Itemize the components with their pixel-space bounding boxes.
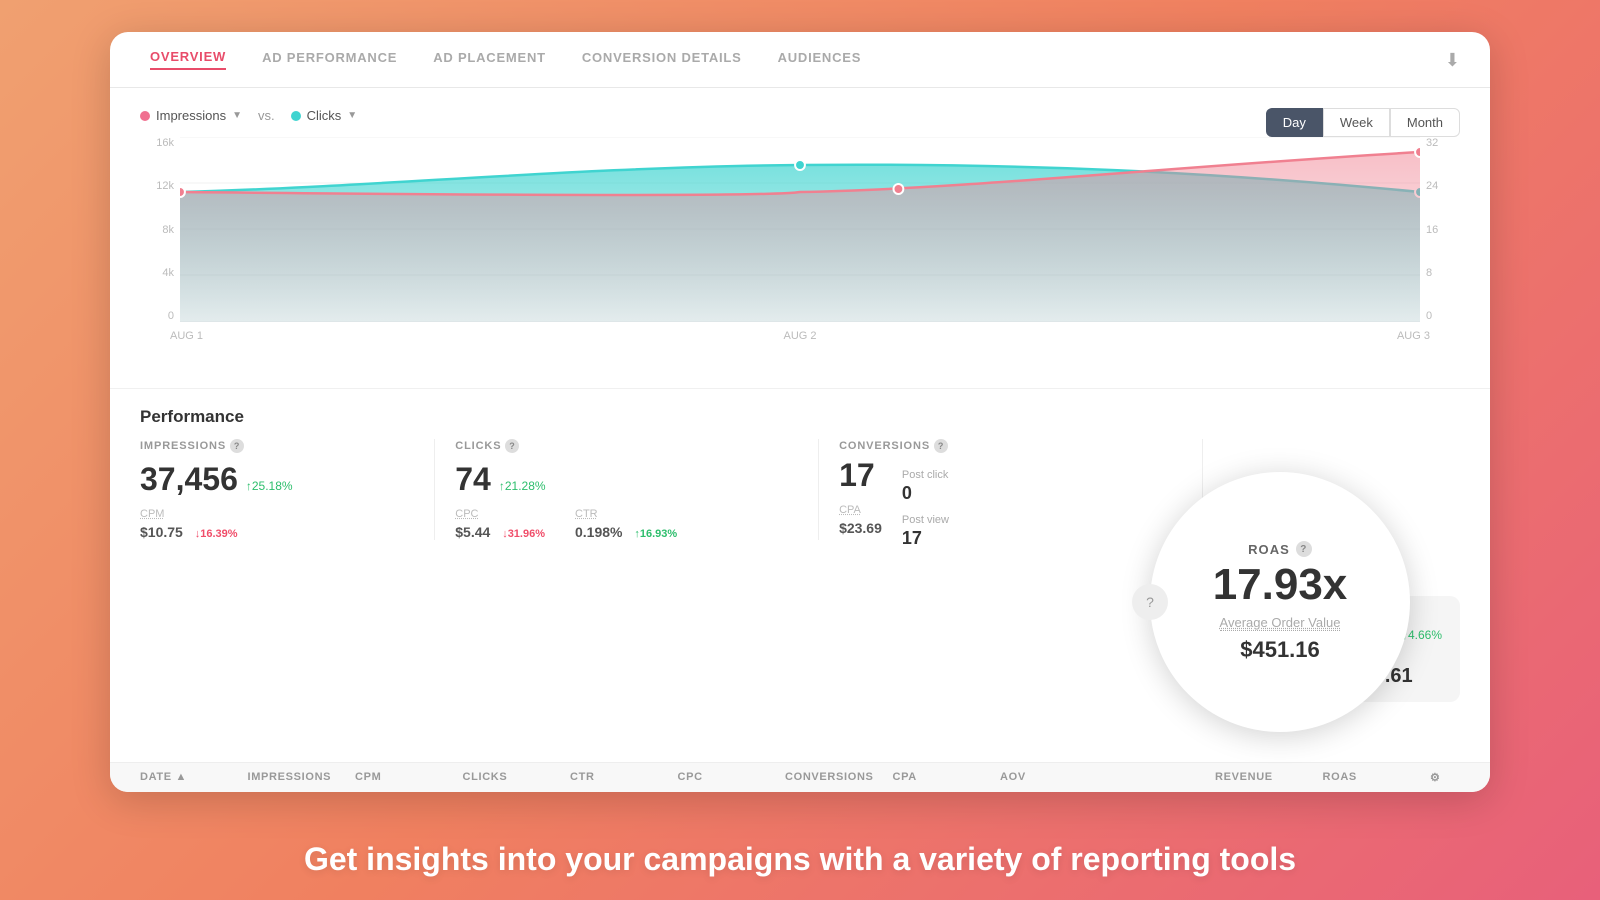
impressions-change: ↑25.18% — [246, 479, 293, 493]
cpc-label: CPC — [455, 508, 478, 520]
time-btn-week[interactable]: Week — [1323, 108, 1390, 137]
tabs-container: OVERVIEW AD PERFORMANCE AD PLACEMENT CON… — [110, 32, 1490, 88]
x-label-aug2: AUG 2 — [783, 330, 816, 342]
conversions-col-header: CONVERSIONS ? — [839, 439, 1182, 453]
th-cpm: CPM — [355, 771, 463, 784]
ctr-value: 0.198% ↑16.93% — [575, 524, 677, 540]
th-roas: ROAS — [1323, 771, 1431, 784]
y-label-4k: 4k — [140, 267, 174, 279]
cpm-change: ↓16.39% — [195, 528, 238, 540]
tab-conversion-details[interactable]: CONVERSION DETAILS — [582, 50, 742, 69]
time-btn-day[interactable]: Day — [1266, 108, 1323, 137]
x-label-aug3: AUG 3 — [1397, 330, 1430, 342]
th-date[interactable]: DATE ▲ — [140, 771, 248, 784]
roas-popup: ? ROAS ? 17.93x Average Order Value $451… — [1150, 472, 1410, 732]
vs-label: vs. — [258, 108, 275, 123]
chart-legend: Impressions ▼ vs. Clicks ▼ — [140, 108, 1460, 123]
clicks-value: 74 — [455, 461, 491, 498]
time-btn-month[interactable]: Month — [1390, 108, 1460, 137]
cpc-value: $5.44 ↓31.96% — [455, 524, 545, 540]
impressions-dot — [140, 111, 150, 121]
chart-section: Impressions ▼ vs. Clicks ▼ Day Week Mont… — [110, 88, 1490, 388]
th-impressions: IMPRESSIONS — [248, 771, 356, 784]
th-clicks: CLICKS — [463, 771, 571, 784]
y-label-16k: 16k — [140, 137, 174, 149]
post-view-label: Post view — [902, 514, 949, 526]
y-label-0-right: 0 — [1426, 310, 1460, 322]
impressions-col-header: IMPRESSIONS ? — [140, 439, 414, 453]
th-empty — [1108, 771, 1216, 784]
y-label-24: 24 — [1426, 180, 1460, 192]
cpm-value: $10.75 ↓16.39% — [140, 524, 414, 540]
tab-overview[interactable]: OVERVIEW — [150, 49, 226, 70]
x-label-aug1: AUG 1 — [170, 330, 203, 342]
th-cpa: CPA — [893, 771, 1001, 784]
cpa-value: $23.69 — [839, 520, 882, 536]
roas-avg-order-label: Average Order Value — [1220, 615, 1341, 631]
th-ctr: CTR — [570, 771, 678, 784]
post-view-value: 17 — [902, 528, 949, 549]
outer-background: OVERVIEW AD PERFORMANCE AD PLACEMENT CON… — [0, 0, 1600, 900]
cpm-label: CPM — [140, 508, 164, 520]
download-icon[interactable]: ⬇ — [1445, 50, 1460, 71]
spend-change: ↑4.66% — [1402, 628, 1442, 642]
chart-x-labels: AUG 1 AUG 2 AUG 3 — [140, 326, 1460, 342]
th-aov: AOV — [1000, 771, 1108, 784]
impressions-dropdown-arrow[interactable]: ▼ — [232, 110, 242, 121]
clicks-info-icon[interactable]: ? — [505, 439, 519, 453]
roas-title: ROAS ? — [1248, 541, 1312, 557]
table-headers: DATE ▲ IMPRESSIONS CPM CLICKS CTR CPC CO… — [110, 762, 1490, 792]
roas-avg-order-value: $451.16 — [1240, 637, 1320, 663]
post-click-value: 0 — [902, 483, 949, 504]
y-label-0-left: 0 — [140, 310, 174, 322]
impressions-value: 37,456 — [140, 461, 238, 498]
roas-left-button[interactable]: ? — [1132, 584, 1168, 620]
y-label-32: 32 — [1426, 137, 1460, 149]
performance-title: Performance — [140, 407, 1460, 427]
chart-svg — [180, 137, 1420, 322]
clicks-col-header: CLICKS ? — [455, 439, 798, 453]
tab-audiences[interactable]: AUDIENCES — [778, 50, 862, 69]
clicks-dropdown-arrow[interactable]: ▼ — [347, 110, 357, 121]
clicks-label: Clicks — [307, 108, 342, 123]
bottom-banner: Get insights into your campaigns with a … — [0, 819, 1600, 900]
tab-ad-placement[interactable]: AD PLACEMENT — [433, 50, 546, 69]
post-click-label: Post click — [902, 469, 948, 481]
time-buttons: Day Week Month — [1266, 108, 1460, 137]
conversions-value: 17 — [839, 457, 875, 493]
clicks-dot — [291, 111, 301, 121]
ctr-label: CTR — [575, 508, 598, 520]
cpa-label: CPA — [839, 504, 861, 516]
main-card: OVERVIEW AD PERFORMANCE AD PLACEMENT CON… — [110, 32, 1490, 792]
th-cpc: CPC — [678, 771, 786, 784]
y-label-8: 8 — [1426, 267, 1460, 279]
impressions-info-icon[interactable]: ? — [230, 439, 244, 453]
tab-ad-performance[interactable]: AD PERFORMANCE — [262, 50, 397, 69]
roas-info-icon[interactable]: ? — [1296, 541, 1312, 557]
conversions-info-icon[interactable]: ? — [934, 439, 948, 453]
th-revenue: REVENUE — [1215, 771, 1323, 784]
legend-clicks[interactable]: Clicks ▼ — [291, 108, 358, 123]
y-label-8k: 8k — [140, 224, 174, 236]
th-settings[interactable]: ⚙ — [1430, 771, 1460, 784]
y-label-12k: 12k — [140, 180, 174, 192]
clicks-change: ↑21.28% — [499, 479, 546, 493]
bottom-banner-text: Get insights into your campaigns with a … — [304, 841, 1296, 877]
legend-impressions[interactable]: Impressions ▼ — [140, 108, 242, 123]
roas-value: 17.93x — [1213, 563, 1348, 607]
impressions-label: Impressions — [156, 108, 226, 123]
y-label-16: 16 — [1426, 224, 1460, 236]
th-conversions: CONVERSIONS — [785, 771, 893, 784]
